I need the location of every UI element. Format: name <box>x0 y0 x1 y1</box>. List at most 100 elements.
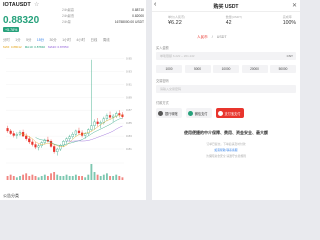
pay-alipay-button[interactable]: 支付宝支付 <box>215 108 245 118</box>
pay-wechat-button[interactable]: 微信支付 <box>185 108 212 118</box>
volume-bar <box>74 174 77 180</box>
close-icon[interactable]: ✕ <box>292 2 297 9</box>
volume-bar <box>12 176 15 180</box>
ma5-indicator: MA5: 0.88012 <box>3 45 22 49</box>
volume-bar <box>84 177 87 180</box>
candle-body <box>118 113 121 115</box>
payment-methods: 银行转账 微信支付 支付宝支付 <box>156 108 245 118</box>
interval-tab[interactable]: 4小时 <box>76 37 85 42</box>
quick-amount-button[interactable]: 1000 <box>156 65 182 73</box>
password-label: 交易密码 <box>156 79 169 83</box>
volume-bar <box>9 174 12 180</box>
currency-toggle: 人民币 / USDT <box>197 35 227 40</box>
candle-body <box>9 130 12 134</box>
indicator-row: MA5: 0.88012 MA10: 0.87840 MA30: 0.87650 <box>3 45 68 49</box>
candle-body <box>108 115 112 118</box>
volume-bar <box>118 176 121 180</box>
interval-tab[interactable]: 1小时 <box>62 37 71 42</box>
volume-bar <box>31 174 34 180</box>
candle-body <box>93 121 96 126</box>
candle-body <box>62 141 65 146</box>
bottom-section-label: 公告分类 <box>3 193 19 198</box>
quick-amount-button[interactable]: 20000 <box>241 65 268 73</box>
quick-amount-button[interactable]: 50000 <box>270 65 296 73</box>
pay-alipay-label: 支付宝支付 <box>224 111 241 116</box>
volume-bar <box>68 176 71 180</box>
volume-bar <box>46 176 49 180</box>
quick-amounts: 1000 5000 10000 20000 50000 <box>156 65 296 73</box>
stat-row: 24h量 16758000.00 USDT <box>62 19 144 24</box>
amount-placeholder: 单笔限额 6.22¥ ~ 261.24¥ <box>160 54 195 58</box>
volume-bar <box>109 176 111 180</box>
volume-bar <box>62 176 65 180</box>
candle-body <box>96 121 99 124</box>
pay-bank-label: 银行转账 <box>165 111 178 116</box>
candle-body <box>18 132 22 135</box>
volume-bar <box>40 176 43 180</box>
change-badge: +5.78% <box>3 27 20 32</box>
volume-bar <box>102 174 105 180</box>
interval-tab[interactable]: 1分 <box>15 37 20 42</box>
volume-bar <box>28 176 31 180</box>
offer-stats: 单价(人民币) ¥6.22 数量(USDT) 42 完成率 100% <box>168 15 296 26</box>
quick-amount-button[interactable]: 5000 <box>184 65 211 73</box>
volume-bar <box>59 176 62 180</box>
volume-bar <box>65 174 68 180</box>
toggle-usdt[interactable]: USDT <box>217 35 227 40</box>
candle-body <box>90 125 93 130</box>
candle-body <box>56 148 59 152</box>
password-input[interactable]: 请输入交易密码 <box>156 85 296 93</box>
toggle-cny[interactable]: 人民币 <box>197 35 208 40</box>
volume-bar <box>96 174 99 180</box>
candle-body <box>12 133 15 136</box>
volume-bar <box>56 174 59 180</box>
market-stats: 24h最高 0.88710 24h最低 0.82000 24h量 16758000.0… <box>62 8 144 25</box>
amount-input[interactable]: 单笔限额 6.22¥ ~ 261.24¥ CNY <box>156 52 296 60</box>
buy-header: ‹ 购买 USDT ✕ <box>152 0 300 12</box>
y-tick-label: 0.89 <box>126 95 132 99</box>
interval-tab[interactable]: 日线 <box>91 37 98 42</box>
candle-body <box>77 130 81 134</box>
y-tick-label: 0.95 <box>126 56 132 60</box>
candle-body <box>84 133 87 136</box>
unit-price-stat: 单价(人民币) ¥6.22 <box>168 15 185 26</box>
volume-bar <box>43 174 46 180</box>
star-icon[interactable]: ☆ <box>34 1 39 8</box>
pay-bank-button[interactable]: 银行转账 <box>156 108 182 118</box>
last-price: 0.88320 <box>3 15 40 26</box>
quick-amount-button[interactable]: 10000 <box>213 65 239 73</box>
volume-bar <box>121 177 124 180</box>
tagline: 使用便捷的中介保障、费用、资金安全、最大额 <box>184 130 268 135</box>
amount-unit: CNY <box>286 54 293 58</box>
volume-bar <box>81 176 84 180</box>
volume-bar <box>37 177 40 180</box>
completion-stat: 完成率 100% <box>282 15 296 26</box>
candlestick-chart[interactable]: 0.95 0.93 0.91 0.89 0.87 0.85 0.83 0.81 <box>0 50 146 182</box>
volume-bar <box>50 173 52 180</box>
note-line: 为保障资金安全 请遵守交易规则 <box>206 154 246 158</box>
wechat-icon <box>187 110 193 116</box>
volume-bar <box>99 176 102 180</box>
volume-bar <box>34 176 37 180</box>
interval-tab[interactable]: 周线 <box>103 37 110 42</box>
volume-bar <box>87 174 90 180</box>
candle-body <box>59 145 62 150</box>
volume-bar <box>105 173 108 180</box>
candle-body <box>28 138 31 143</box>
interval-tab[interactable]: 30分 <box>50 37 57 42</box>
interval-tab[interactable]: 5分 <box>26 37 31 42</box>
alipay-icon <box>217 110 223 116</box>
interval-tab[interactable]: 分时 <box>3 37 10 42</box>
notes: 订单已提交，下单后请及时付款 如需帮助 联系客服 为保障资金安全 请遵守交易规则 <box>152 141 300 159</box>
interval-tab[interactable]: 15分 <box>37 37 44 42</box>
quantity-stat: 数量(USDT) 42 <box>225 15 242 26</box>
candle-body <box>53 146 56 152</box>
y-tick-label: 0.81 <box>126 147 132 151</box>
y-tick-label: 0.83 <box>126 134 132 138</box>
interval-tabs: 分时 1分 5分 15分 30分 1小时 4小时 日线 周线 <box>3 37 110 42</box>
pay-wechat-label: 微信支付 <box>194 111 208 116</box>
ma10-indicator: MA10: 0.87840 <box>24 45 46 49</box>
y-tick-label: 0.85 <box>126 121 132 125</box>
candle-body <box>71 134 74 137</box>
volume-bar <box>25 173 28 180</box>
